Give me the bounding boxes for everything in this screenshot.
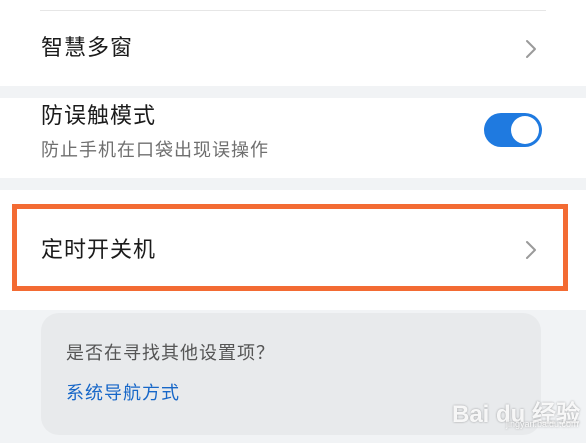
chevron-right-icon[interactable] (520, 38, 542, 60)
suggestion-question: 是否在寻找其他设置项？ (66, 343, 275, 364)
baidu-watermark: Bai du 经验 jingyan.baidu.com (452, 386, 582, 436)
accidental-touch-label: 防误触模式 (41, 104, 157, 129)
highlight-box (12, 204, 568, 291)
watermark-url: jingyan.baidu.com (506, 419, 579, 429)
toggle-knob (511, 116, 539, 144)
multi-window-label: 智慧多窗 (41, 36, 134, 61)
system-navigation-link[interactable]: 系统导航方式 (66, 385, 180, 403)
accidental-touch-toggle[interactable] (484, 113, 542, 147)
divider (40, 10, 546, 11)
accidental-touch-description: 防止手机在口袋出现误操作 (41, 140, 269, 161)
